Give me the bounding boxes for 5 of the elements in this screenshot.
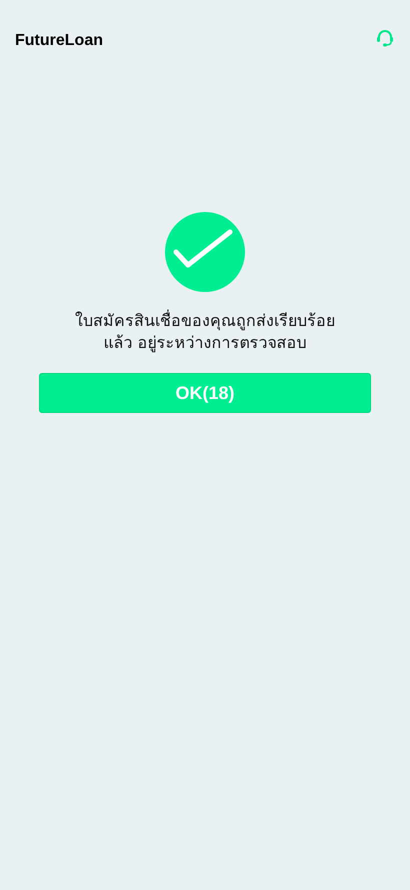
ok-button[interactable]: OK(18) — [39, 373, 371, 413]
success-check-icon — [165, 212, 245, 292]
app-title: FutureLoan — [15, 32, 103, 50]
headset-icon[interactable] — [375, 28, 395, 48]
success-message: ใบสมัครสินเชื่อของคุณถูกส่งเรียบร้อย แล้ว อยู่ระหว่างการตรวจสอบ — [75, 310, 335, 354]
